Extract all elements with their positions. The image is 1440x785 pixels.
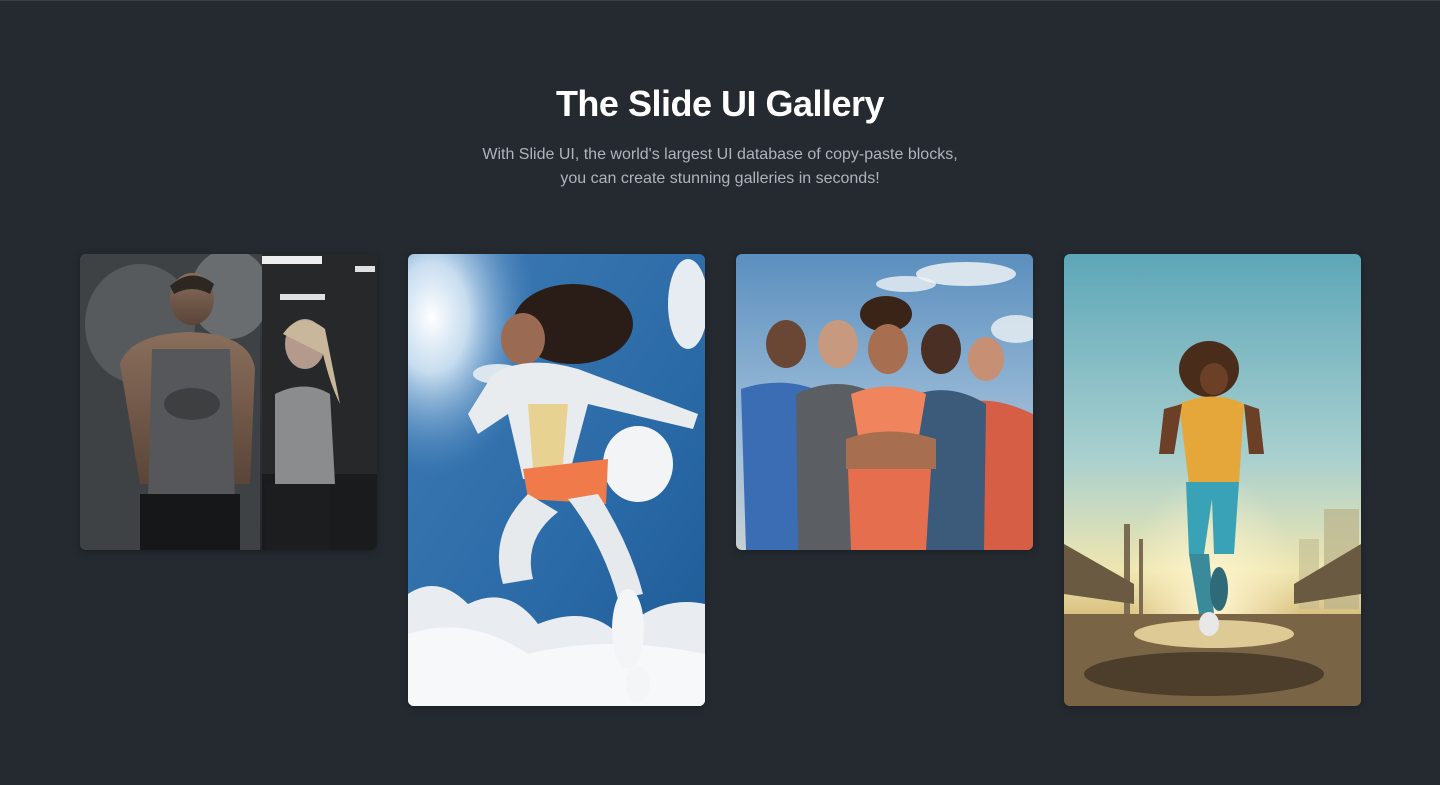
jumping-athlete-image (408, 254, 705, 706)
page-title: The Slide UI Gallery (555, 83, 885, 124)
runner-image (1064, 254, 1361, 706)
subtitle-line-1: With Slide UI, the world's largest UI da… (482, 146, 958, 163)
subtitle-line-2: you can create stunning galleries in sec… (560, 170, 880, 187)
athlete-team-image (736, 254, 1033, 550)
gallery-image-athlete-team[interactable] (736, 254, 1033, 550)
gallery-image-runner[interactable] (1064, 254, 1361, 706)
page-subtitle: With Slide UI, the world's largest UI da… (0, 143, 1440, 191)
gallery-image-gym-couple[interactable] (80, 254, 377, 550)
gym-couple-image (80, 254, 377, 550)
gallery-image-jumping-athlete[interactable] (408, 254, 705, 706)
